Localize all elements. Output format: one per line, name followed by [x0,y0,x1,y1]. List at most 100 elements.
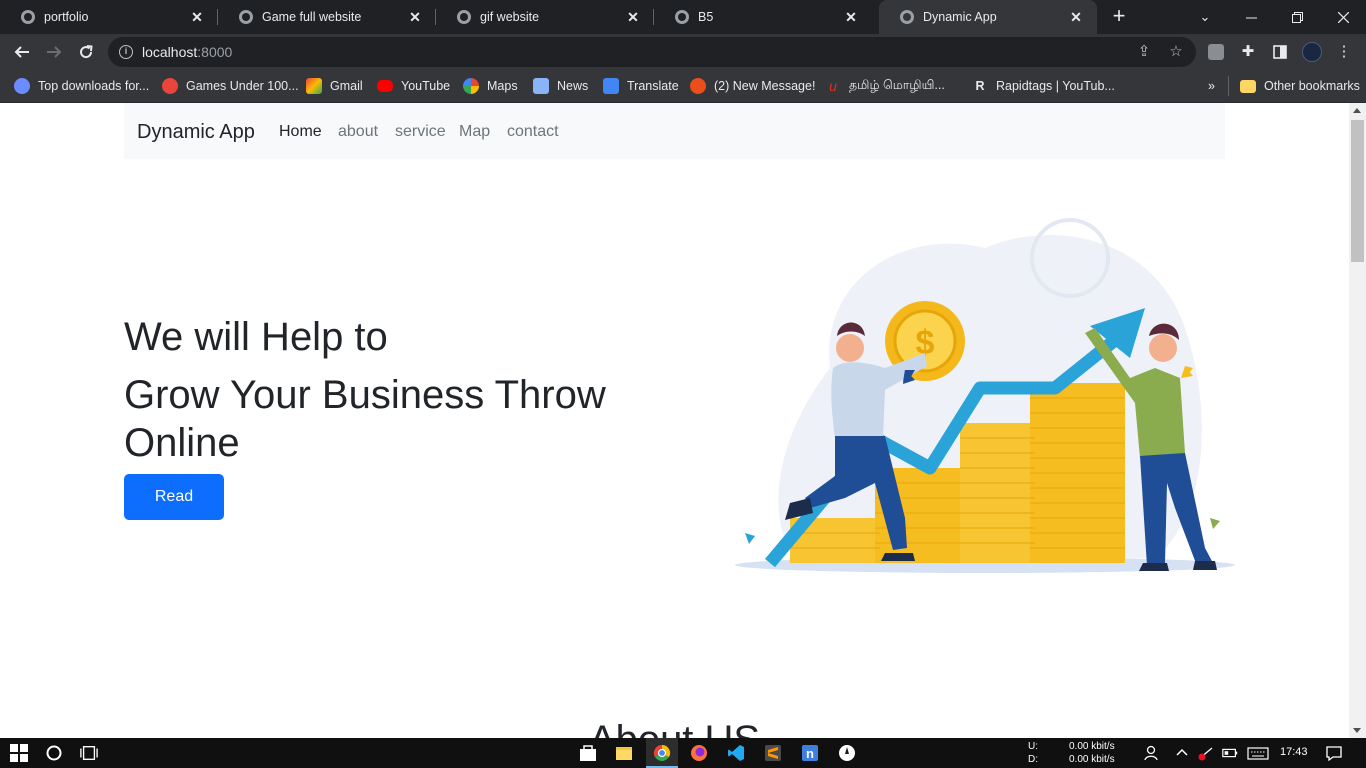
close-icon[interactable]: ✕ [404,9,426,26]
translate-icon [603,78,619,94]
tab-search-icon[interactable]: ⌄ [1182,0,1228,34]
nav-link-contact[interactable]: contact [507,123,559,141]
bookmark-favicon-icon [690,78,706,94]
bookmark-label: YouTube [401,79,451,93]
forward-button[interactable] [42,40,66,64]
bookmark-youtube[interactable]: YouTube [377,76,450,96]
bookmark-new-message[interactable]: (2) New Message! [690,76,815,96]
battery-icon[interactable] [1221,744,1239,762]
nav-link-map[interactable]: Map [459,123,490,141]
bookmark-label: Games Under 100... [186,79,299,93]
nav-link-home[interactable]: Home [279,123,322,141]
bookmark-label: Translate [627,79,679,93]
bookmark-favicon-icon: u [829,78,837,94]
decor-triangle [1210,518,1220,529]
close-icon [1337,11,1349,23]
site-navbar: Dynamic App Home about service Map conta… [124,103,1225,159]
star-icon[interactable]: ☆ [1167,43,1185,61]
cortana-search-icon[interactable] [45,744,63,762]
bookmark-maps[interactable]: Maps [463,76,518,96]
reload-icon [80,45,93,59]
vscode-icon[interactable] [727,744,745,762]
firefox-icon[interactable] [690,744,708,762]
minimize-button[interactable] [1228,0,1274,34]
scroll-down-arrow-icon[interactable] [1353,728,1361,733]
bookmark-gmail[interactable]: Gmail [306,76,363,96]
tab-title: Game full website [262,10,362,24]
extensions-puzzle-icon[interactable]: ✚ [1238,42,1258,62]
bookmark-games-under-100[interactable]: Games Under 100... [162,76,299,96]
side-panel-glyph [1273,45,1287,59]
net-down-speed: 0.00 kbit/s [1069,754,1115,765]
decor-triangle [745,533,755,544]
tab-gif-website[interactable]: gif website ✕ [436,0,654,34]
task-view-icon[interactable] [80,744,98,762]
notion-n-icon[interactable]: n [801,744,819,762]
svg-text:n: n [806,746,814,761]
globe-icon [239,10,253,24]
nav-link-service[interactable]: service [395,123,446,141]
browser-toolbar: i localhost:8000 ⇪ ☆ ✚ ⋮ [0,34,1366,70]
hero-heading-line1: We will Help to [124,315,388,359]
store-icon[interactable] [579,744,597,762]
chevron-up-icon[interactable] [1173,744,1191,762]
sublime-text-icon[interactable] [764,744,782,762]
tab-b5[interactable]: B5 ✕ [654,0,872,34]
reload-button[interactable] [74,40,98,64]
tab-dynamic-app[interactable]: Dynamic App ✕ [879,0,1097,34]
close-icon[interactable]: ✕ [1065,9,1087,26]
bookmark-favicon-icon [162,78,178,94]
network-disconnected-icon[interactable] [1197,744,1215,762]
extension-tb-icon[interactable] [1206,42,1226,62]
restore-icon [1291,11,1303,23]
close-window-button[interactable] [1320,0,1366,34]
bookmark-news[interactable]: News [533,76,588,96]
share-icon[interactable]: ⇪ [1135,43,1153,61]
google-icon [463,78,479,94]
chrome-taskbar-button[interactable] [646,738,678,768]
bookmark-tamil[interactable]: u தமிழ் மொழியி... [825,76,945,96]
more-menu-icon[interactable]: ⋮ [1334,42,1354,62]
bookmarks-divider [1228,76,1229,96]
people-icon[interactable] [1143,744,1161,762]
keyboard-icon[interactable] [1247,744,1269,762]
forward-arrow-icon [47,46,62,58]
profile-avatar[interactable] [1302,42,1322,62]
scroll-thumb[interactable] [1351,120,1364,262]
nav-link-about[interactable]: about [338,123,378,141]
tab-game-full-website[interactable]: Game full website ✕ [218,0,436,34]
bookmarks-overflow-icon[interactable]: » [1208,76,1215,96]
folder-icon [1240,79,1256,93]
site-info-icon[interactable]: i [119,45,133,59]
close-icon[interactable]: ✕ [186,9,208,26]
site-brand[interactable]: Dynamic App [137,121,255,144]
restore-button[interactable] [1274,0,1320,34]
globe-icon [457,10,471,24]
windows-start-icon[interactable] [10,744,28,762]
read-button[interactable]: Read [124,474,224,520]
back-button[interactable] [10,40,34,64]
scroll-up-arrow-icon[interactable] [1353,108,1361,113]
bookmark-label: Rapidtags | YouTub... [996,79,1115,93]
bookmark-label: News [557,79,589,93]
side-panel-icon[interactable] [1270,42,1290,62]
hero-heading-line2: Grow Your Business Throw Online [124,373,606,465]
page-scrollbar[interactable] [1349,103,1366,738]
clock-time[interactable]: 17:43 [1280,746,1308,758]
bookmark-top-downloads[interactable]: Top downloads for... [14,76,149,96]
close-icon[interactable]: ✕ [840,9,862,26]
bookmark-translate[interactable]: Translate [603,76,679,96]
bookmark-label: Top downloads for... [38,79,150,93]
bookmark-rapidtags[interactable]: R Rapidtags | YouTub... [972,76,1115,96]
other-bookmarks[interactable]: Other bookmarks [1240,76,1360,96]
chrome-icon [653,744,671,761]
youtube-icon [377,80,393,92]
close-icon[interactable]: ✕ [622,9,644,26]
address-bar[interactable]: i localhost:8000 ⇪ ☆ [108,37,1196,67]
app-circle-icon[interactable] [838,744,856,762]
file-explorer-icon[interactable] [615,744,633,762]
tab-portfolio[interactable]: portfolio ✕ [0,0,218,34]
new-tab-button[interactable]: + [1108,4,1130,30]
notifications-icon[interactable] [1325,744,1343,762]
other-bookmarks-label: Other bookmarks [1264,79,1360,93]
